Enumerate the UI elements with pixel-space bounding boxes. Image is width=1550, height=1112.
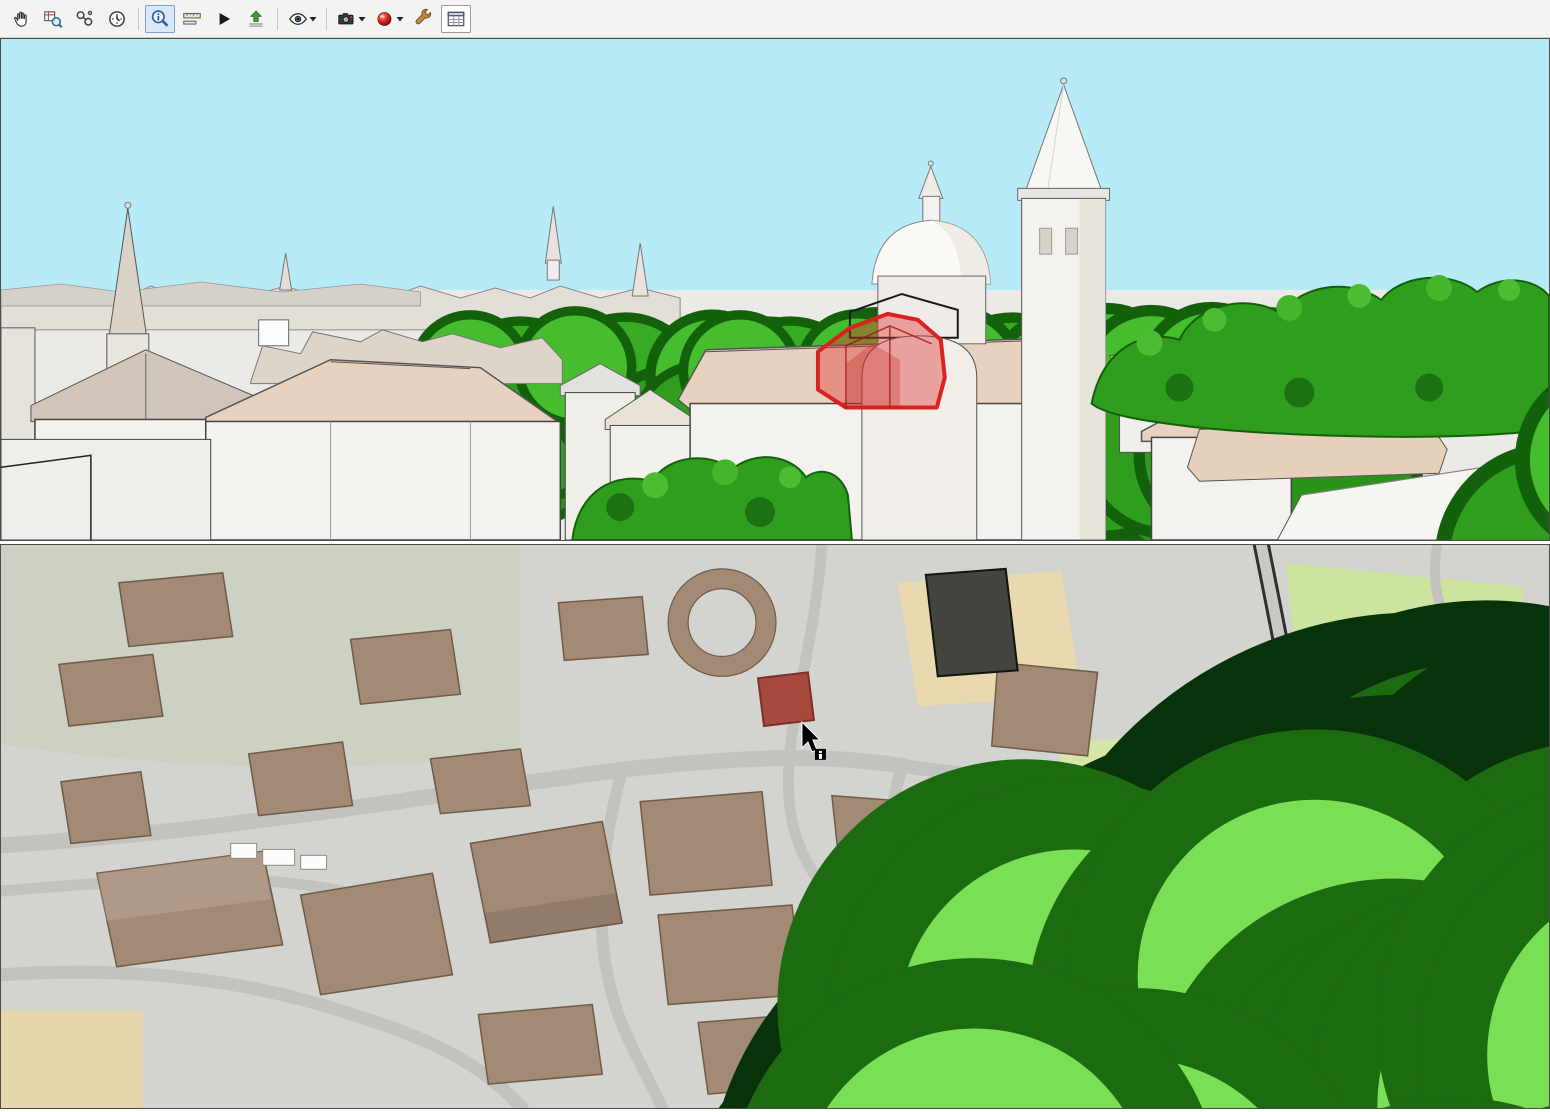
tools-wrench-button[interactable]: [409, 5, 439, 33]
toolbar-separator: [277, 8, 278, 30]
map-2d-canvas: [1, 545, 1549, 1108]
highlighted-building-map[interactable]: [758, 672, 814, 726]
eye-visibility-icon: [287, 8, 309, 30]
red-sphere-icon: [374, 8, 396, 30]
chevron-down-icon: [396, 16, 404, 22]
play-tool-button[interactable]: [209, 5, 239, 33]
map-small-trees: [763, 765, 1549, 1108]
camera-icon: [336, 8, 358, 30]
chevron-down-icon: [358, 16, 366, 22]
camera-tool-button[interactable]: [333, 5, 369, 33]
measure-ruler-icon: [181, 8, 203, 30]
play-icon: [213, 8, 235, 30]
identify-info-icon: [149, 8, 171, 30]
fly-link-icon: [74, 8, 96, 30]
pan-tool-button[interactable]: [6, 5, 36, 33]
fly-tool-button[interactable]: [70, 5, 100, 33]
attribute-table-icon: [445, 8, 467, 30]
zoom-target-tool-button[interactable]: [38, 5, 68, 33]
visibility-tool-button[interactable]: [284, 5, 320, 33]
zoom-target-icon: [42, 8, 64, 30]
measure-tool-button[interactable]: [177, 5, 207, 33]
clock-icon: [106, 8, 128, 30]
map-2d-view[interactable]: [0, 544, 1550, 1109]
scene-3d-canvas: [1, 39, 1549, 540]
main-toolbar: [0, 0, 1550, 38]
scene-3d-view[interactable]: [0, 38, 1550, 541]
wrench-tools-icon: [413, 8, 435, 30]
toolbar-separator: [326, 8, 327, 30]
export-up-arrow-icon: [245, 8, 267, 30]
attribute-table-button[interactable]: [441, 5, 471, 33]
foreground-left-walls: [1, 439, 211, 540]
identify-tool-button[interactable]: [145, 5, 175, 33]
export-tool-button[interactable]: [241, 5, 271, 33]
toolbar-separator: [138, 8, 139, 30]
chevron-down-icon: [309, 16, 317, 22]
pan-hand-icon: [10, 8, 32, 30]
sphere-tool-button[interactable]: [371, 5, 407, 33]
clock-tool-button[interactable]: [102, 5, 132, 33]
